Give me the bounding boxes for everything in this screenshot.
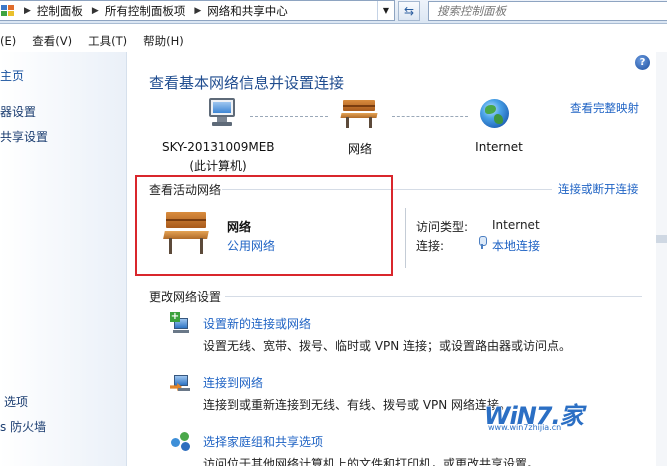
access-type-value: Internet [492, 218, 540, 232]
setup-connection-link[interactable]: 设置新的连接或网络 [203, 315, 311, 332]
vertical-divider [405, 208, 406, 268]
menu-bar: (E) 查看(V) 工具(T) 帮助(H) [0, 32, 667, 50]
homegroup-sharing-desc: 访问位于其他网络计算机上的文件和打印机，或更改共享设置。 [203, 457, 540, 466]
chevron-right-icon[interactable]: ▶ [92, 6, 99, 16]
highlight-box [135, 175, 393, 276]
homegroup-sharing-link[interactable]: 选择家庭组和共享选项 [203, 433, 323, 450]
chevron-right-icon[interactable]: ▶ [24, 6, 31, 16]
scrollbar-thumb[interactable] [656, 235, 667, 243]
search-box[interactable] [428, 1, 667, 21]
chevron-right-icon[interactable]: ▶ [194, 6, 201, 16]
connections-label: 连接: [416, 239, 445, 253]
bench-icon [340, 100, 378, 128]
left-nav-options[interactable]: 选项 [4, 393, 28, 410]
computer-sub-label: (此计算机) [189, 159, 247, 173]
internet-node-label: Internet [475, 140, 523, 154]
access-type-label: 访问类型: [416, 220, 469, 234]
page-title: 查看基本网络信息并设置连接 [149, 74, 345, 92]
view-full-map-link[interactable]: 查看完整映射 [570, 100, 639, 116]
globe-icon [480, 99, 509, 128]
connect-disconnect-link[interactable]: 连接或断开连接 [558, 181, 639, 197]
address-bar: ▶ 控制面板 ▶ 所有控制面板项 ▶ 网络和共享中心 ▼ ⇆ [0, 0, 667, 24]
menu-edit[interactable]: (E) [0, 34, 16, 48]
breadcrumb[interactable]: ▶ 控制面板 ▶ 所有控制面板项 ▶ 网络和共享中心 ▼ [0, 0, 395, 21]
menu-help[interactable]: 帮助(H) [143, 33, 184, 49]
plug-icon [478, 236, 487, 249]
help-icon[interactable]: ? [635, 55, 650, 70]
left-nav-adapter-settings[interactable]: 器设置 [0, 103, 36, 120]
search-input[interactable] [429, 2, 667, 20]
connect-network-icon [170, 371, 192, 393]
breadcrumb-control-panel[interactable]: 控制面板 [37, 3, 83, 19]
watermark-url: www.win7zhijia.cn [488, 423, 562, 432]
map-connector [392, 116, 468, 117]
left-nav-home[interactable]: 主页 [0, 67, 24, 84]
change-settings-heading: 更改网络设置 [149, 290, 222, 304]
network-node-label: 网络 [347, 142, 372, 156]
site-watermark: WiN7.家 www.win7zhijia.cn [478, 392, 658, 442]
network-sharing-center-window: ▶ 控制面板 ▶ 所有控制面板项 ▶ 网络和共享中心 ▼ ⇆ (E) 查看(V)… [0, 0, 667, 466]
connect-network-desc: 连接到或重新连接到无线、有线、拨号或 VPN 网络连接。 [203, 398, 512, 412]
section-divider [225, 296, 642, 297]
control-panel-icon [1, 4, 15, 17]
left-nav-firewall[interactable]: s 防火墙 [0, 418, 46, 435]
menu-view[interactable]: 查看(V) [32, 33, 72, 49]
refresh-icon: ⇆ [403, 4, 415, 18]
breadcrumb-network-center[interactable]: 网络和共享中心 [207, 3, 288, 19]
breadcrumb-all-items[interactable]: 所有控制面板项 [105, 3, 186, 19]
computer-name-label: SKY-20131009MEB [162, 140, 275, 154]
homegroup-icon [170, 430, 192, 452]
connect-network-link[interactable]: 连接到网络 [203, 374, 263, 391]
chevron-down-icon[interactable]: ▼ [377, 1, 394, 20]
setup-connection-desc: 设置无线、宽带、拨号、临时或 VPN 连接；或设置路由器或访问点。 [203, 339, 572, 353]
menu-tools[interactable]: 工具(T) [88, 33, 127, 49]
new-connection-icon: + [170, 312, 192, 334]
map-connector [250, 116, 328, 117]
refresh-button[interactable]: ⇆ [398, 1, 420, 21]
left-nav-sharing-settings[interactable]: 共享设置 [0, 128, 48, 145]
computer-icon [207, 98, 237, 128]
local-connection-link[interactable]: 本地连接 [492, 237, 540, 254]
